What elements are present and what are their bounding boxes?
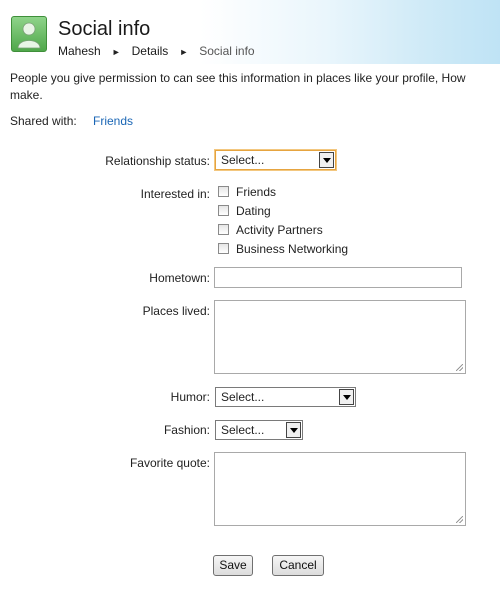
- checkbox-label: Business Networking: [236, 242, 349, 256]
- checkbox[interactable]: [218, 186, 229, 197]
- shared-with-link[interactable]: Friends: [93, 114, 133, 128]
- breadcrumb-separator-icon: ►: [179, 47, 189, 57]
- fashion-value: Select...: [221, 423, 265, 437]
- cancel-button[interactable]: Cancel: [272, 555, 324, 576]
- shared-with-label: Shared with:: [10, 114, 77, 128]
- breadcrumb: Mahesh ► Details ► Social info: [58, 44, 255, 58]
- relationship-status-value: Select...: [221, 153, 265, 167]
- save-button[interactable]: Save: [213, 555, 253, 576]
- breadcrumb-item-details[interactable]: Details: [132, 44, 169, 58]
- checkbox[interactable]: [218, 243, 229, 254]
- fashion-label: Fashion:: [163, 423, 210, 437]
- checkbox[interactable]: [218, 224, 229, 235]
- favorite-quote-textarea[interactable]: [214, 452, 466, 526]
- interested-in-label: Interested in:: [140, 187, 210, 201]
- humor-label: Humor:: [170, 390, 210, 404]
- chevron-down-icon[interactable]: [286, 422, 301, 438]
- humor-value: Select...: [221, 390, 265, 404]
- breadcrumb-current: Social info: [199, 44, 255, 58]
- favorite-quote-label: Favorite quote:: [129, 456, 210, 470]
- breadcrumb-item-mahesh[interactable]: Mahesh: [58, 44, 101, 58]
- description-text: People you give permission to can see th…: [10, 71, 466, 102]
- person-silhouette-icon: [17, 22, 41, 49]
- hometown-label: Hometown:: [149, 271, 210, 285]
- resize-grip-icon[interactable]: [456, 364, 463, 371]
- places-lived-label: Places lived:: [142, 304, 210, 318]
- checkbox[interactable]: [218, 205, 229, 216]
- fashion-select[interactable]: Select...: [215, 420, 303, 440]
- chevron-down-icon[interactable]: [339, 389, 354, 405]
- places-lived-textarea[interactable]: [214, 300, 466, 374]
- page-title: Social info: [58, 18, 151, 40]
- checkbox-label: Activity Partners: [236, 223, 323, 237]
- interested-option-friends[interactable]: Friends: [218, 184, 276, 200]
- humor-select[interactable]: Select...: [215, 387, 356, 407]
- hometown-input[interactable]: [214, 267, 462, 288]
- interested-option-business-networking[interactable]: Business Networking: [218, 241, 348, 257]
- checkbox-label: Friends: [236, 185, 277, 199]
- resize-grip-icon[interactable]: [456, 516, 463, 523]
- relationship-status-select[interactable]: Select...: [215, 150, 336, 170]
- interested-option-dating[interactable]: Dating: [218, 203, 271, 219]
- checkbox-label: Dating: [236, 204, 271, 218]
- avatar: [11, 16, 47, 52]
- chevron-down-icon[interactable]: [319, 152, 334, 168]
- interested-option-activity-partners[interactable]: Activity Partners: [218, 222, 323, 238]
- breadcrumb-separator-icon: ►: [111, 47, 121, 57]
- relationship-status-label: Relationship status:: [105, 154, 210, 168]
